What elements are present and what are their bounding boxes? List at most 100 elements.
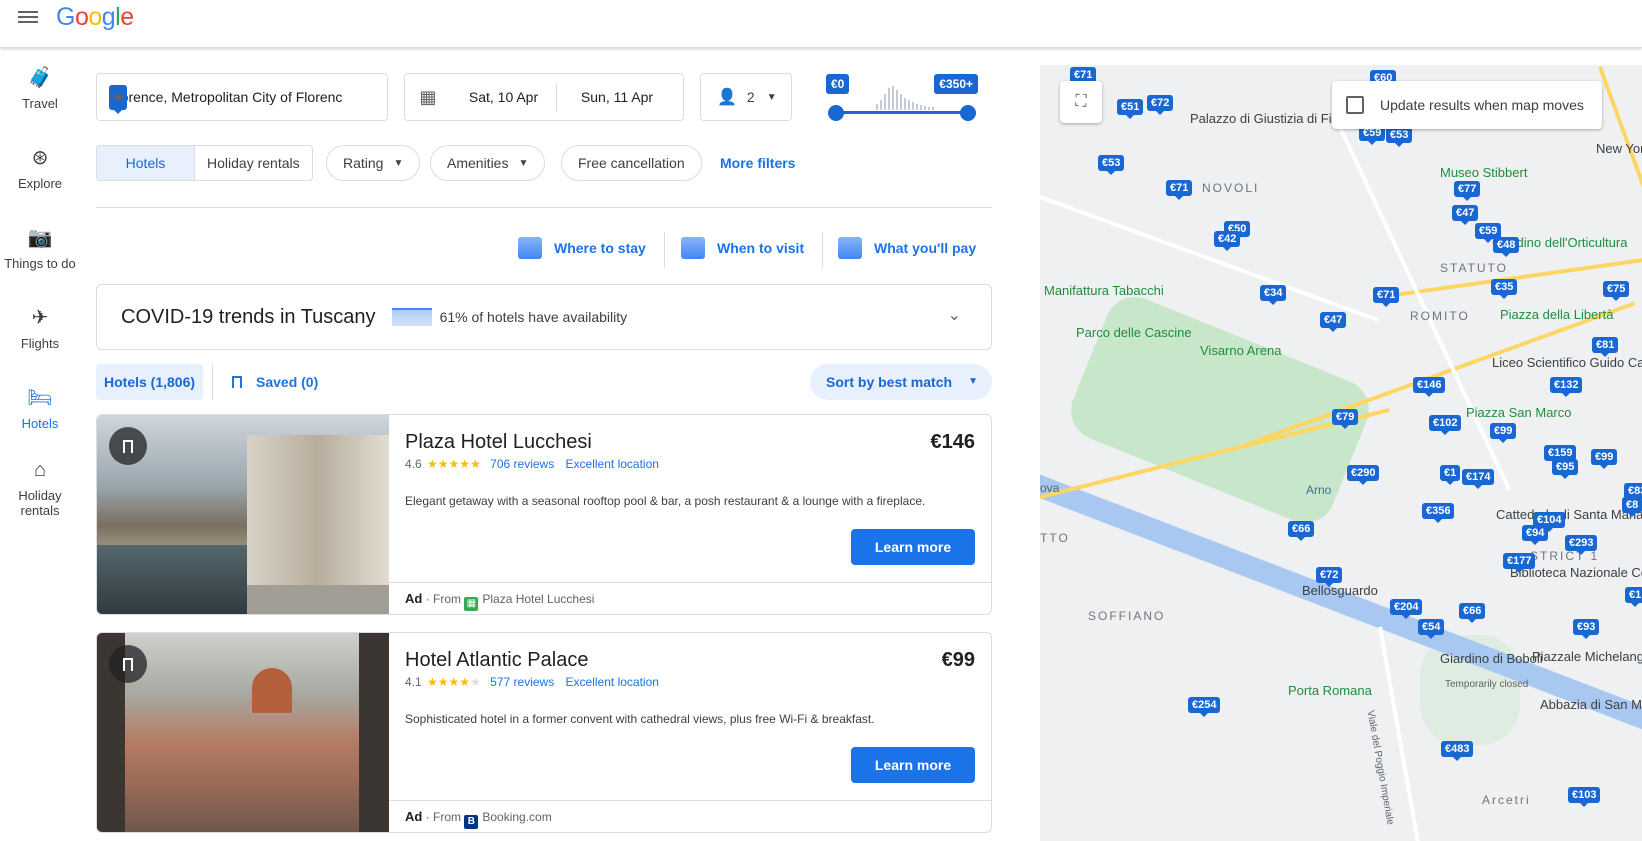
price-pin[interactable]: €35 [1491, 279, 1518, 299]
date-picker[interactable]: ▦ Sat, 10 Apr Sun, 11 Apr [404, 73, 684, 121]
hotel-description: Sophisticated hotel in a former convent … [405, 712, 875, 726]
where-to-stay-link[interactable]: Where to stay [518, 228, 646, 268]
price-pin[interactable]: €103 [1568, 787, 1601, 807]
nav-flights[interactable]: ✈ Flights [0, 288, 80, 368]
price-pin[interactable]: €93 [1573, 619, 1600, 639]
price-pin[interactable]: €75 [1603, 281, 1630, 301]
tab-hotels[interactable]: Hotels (1,806) [96, 364, 204, 400]
price-pin[interactable]: €66 [1459, 603, 1486, 623]
reviews-link[interactable]: 706 reviews [490, 457, 554, 471]
learn-more-button[interactable]: Learn more [851, 747, 975, 783]
nav-holiday-rentals[interactable]: ⌂ Holiday rentals [0, 448, 80, 528]
map-label: Cattedrale di Santa Maria del Fiore [1496, 507, 1642, 522]
price-pin[interactable]: €53 [1098, 155, 1125, 175]
price-pin[interactable]: €54 [1418, 619, 1445, 639]
segment-hotels[interactable]: Hotels [97, 146, 195, 180]
nav-things-to-do[interactable]: 📷 Things to do [0, 208, 80, 288]
camera-icon: 📷 [27, 227, 53, 249]
price-pin[interactable]: €34 [1260, 285, 1287, 305]
menu-icon[interactable] [18, 8, 38, 26]
price-pin[interactable]: €8 [1622, 497, 1642, 517]
free-cancellation-filter[interactable]: Free cancellation [561, 145, 702, 181]
provider-name[interactable]: Plaza Hotel Lucchesi [482, 592, 594, 606]
expand-map-button[interactable]: ⛶ [1060, 81, 1102, 123]
price-pin[interactable]: €71 [1373, 287, 1400, 307]
price-pin[interactable]: €53 [1386, 127, 1413, 147]
google-logo[interactable]: Google [56, 3, 134, 32]
location-input[interactable]: ⌖ Florence, Metropolitan City of Florenc [96, 73, 388, 121]
price-pin[interactable]: €1 [1625, 587, 1642, 607]
more-filters-link[interactable]: More filters [720, 155, 795, 171]
when-to-visit-link[interactable]: When to visit [681, 228, 804, 268]
hotel-card[interactable]: Hotel Atlantic Palace €99 4.1 ★★★★★ 577 … [96, 632, 992, 833]
price-pin[interactable]: €290 [1347, 465, 1380, 485]
hotel-photo[interactable] [97, 415, 389, 614]
price-pin[interactable]: €81 [1592, 337, 1619, 357]
checkin-date[interactable]: Sat, 10 Apr [451, 83, 557, 111]
update-on-move-toggle[interactable]: Update results when map moves [1332, 81, 1602, 129]
nav-travel[interactable]: 🧳 Travel [0, 48, 80, 128]
price-pin[interactable]: €254 [1188, 697, 1221, 717]
price-pin[interactable]: €47 [1452, 205, 1479, 225]
price-pin[interactable]: €77 [1454, 181, 1481, 201]
side-navigation: 🧳 Travel ⊛ Explore 📷 Things to do ✈ Flights … [0, 48, 80, 528]
price-pin[interactable]: €1 [1440, 465, 1461, 485]
price-pin[interactable]: €72 [1147, 95, 1174, 115]
price-pin[interactable]: €293 [1565, 535, 1598, 555]
price-pin[interactable]: €66 [1288, 521, 1315, 541]
chevron-down-icon[interactable]: ⌄ [948, 305, 961, 325]
map-label: ROMITO [1410, 309, 1470, 323]
map-label: Bellosguardo [1302, 583, 1378, 598]
top-bar: Google [0, 0, 1642, 48]
sort-dropdown[interactable]: Sort by best match ▼ [810, 364, 992, 400]
nav-hotels[interactable]: 🛏 Hotels [0, 368, 80, 448]
price-pin[interactable]: €94 [1522, 525, 1549, 545]
price-pin[interactable]: €132 [1550, 377, 1583, 397]
checkout-date[interactable]: Sun, 11 Apr [557, 89, 677, 105]
price-pin[interactable]: €42 [1214, 231, 1241, 251]
covid-trends-panel[interactable]: COVID-19 trends in Tuscany 61% of hotels… [96, 284, 992, 350]
hotel-photo[interactable] [97, 633, 389, 832]
price-pin[interactable]: €79 [1332, 409, 1359, 429]
location-pin-icon: ⌖ [109, 84, 128, 114]
tab-saved[interactable]: Saved (0) [232, 364, 318, 400]
price-slider[interactable]: €0 €350+ [826, 72, 978, 122]
reviews-link[interactable]: 577 reviews [490, 675, 554, 689]
price-pin[interactable]: €95 [1552, 459, 1579, 479]
provider-name[interactable]: Booking.com [482, 810, 551, 824]
amenities-filter[interactable]: Amenities ▼ [430, 145, 546, 181]
price-pin[interactable]: €102 [1429, 415, 1462, 435]
price-pin[interactable]: €48 [1493, 237, 1520, 257]
guests-selector[interactable]: 👤 2 ▼ [700, 73, 792, 121]
price-pin[interactable]: €204 [1390, 599, 1423, 619]
price-pin[interactable]: €72 [1316, 567, 1343, 587]
price-pin[interactable]: €99 [1490, 423, 1517, 443]
map[interactable]: Palazzo di Giustizia di Firenze NOVOLI M… [1040, 65, 1642, 841]
nav-explore[interactable]: ⊛ Explore [0, 128, 80, 208]
hotel-card[interactable]: Plaza Hotel Lucchesi €146 4.6 ★★★★★ 706 … [96, 414, 992, 615]
price-pin[interactable]: €99 [1591, 449, 1618, 469]
update-checkbox[interactable] [1346, 96, 1364, 114]
price-pin[interactable]: €47 [1320, 312, 1347, 332]
price-pin[interactable]: €483 [1441, 741, 1474, 761]
learn-more-button[interactable]: Learn more [851, 529, 975, 565]
chip-label: Rating [343, 155, 384, 171]
price-pin[interactable]: €177 [1503, 553, 1536, 573]
save-hotel-button[interactable] [109, 645, 147, 683]
save-hotel-button[interactable] [109, 427, 147, 465]
price-pin[interactable]: €51 [1117, 99, 1144, 119]
what-youll-pay-link[interactable]: What you'll pay [838, 228, 976, 268]
price-pin[interactable]: €71 [1166, 180, 1193, 200]
plane-icon: ✈ [31, 307, 49, 329]
segment-holiday-rentals[interactable]: Holiday rentals [195, 146, 312, 180]
price-pin[interactable]: €356 [1422, 503, 1455, 523]
price-max-handle[interactable] [960, 105, 976, 121]
price-pin[interactable]: €174 [1462, 469, 1495, 489]
price-min-handle[interactable] [828, 105, 844, 121]
hotel-name[interactable]: Plaza Hotel Lucchesi [405, 431, 592, 454]
rating-filter[interactable]: Rating ▼ [326, 145, 421, 181]
price-pin[interactable]: €146 [1413, 377, 1446, 397]
trend-sparkline [391, 308, 432, 326]
hotel-name[interactable]: Hotel Atlantic Palace [405, 649, 588, 672]
provider-logo-icon: ▦ [464, 597, 479, 611]
